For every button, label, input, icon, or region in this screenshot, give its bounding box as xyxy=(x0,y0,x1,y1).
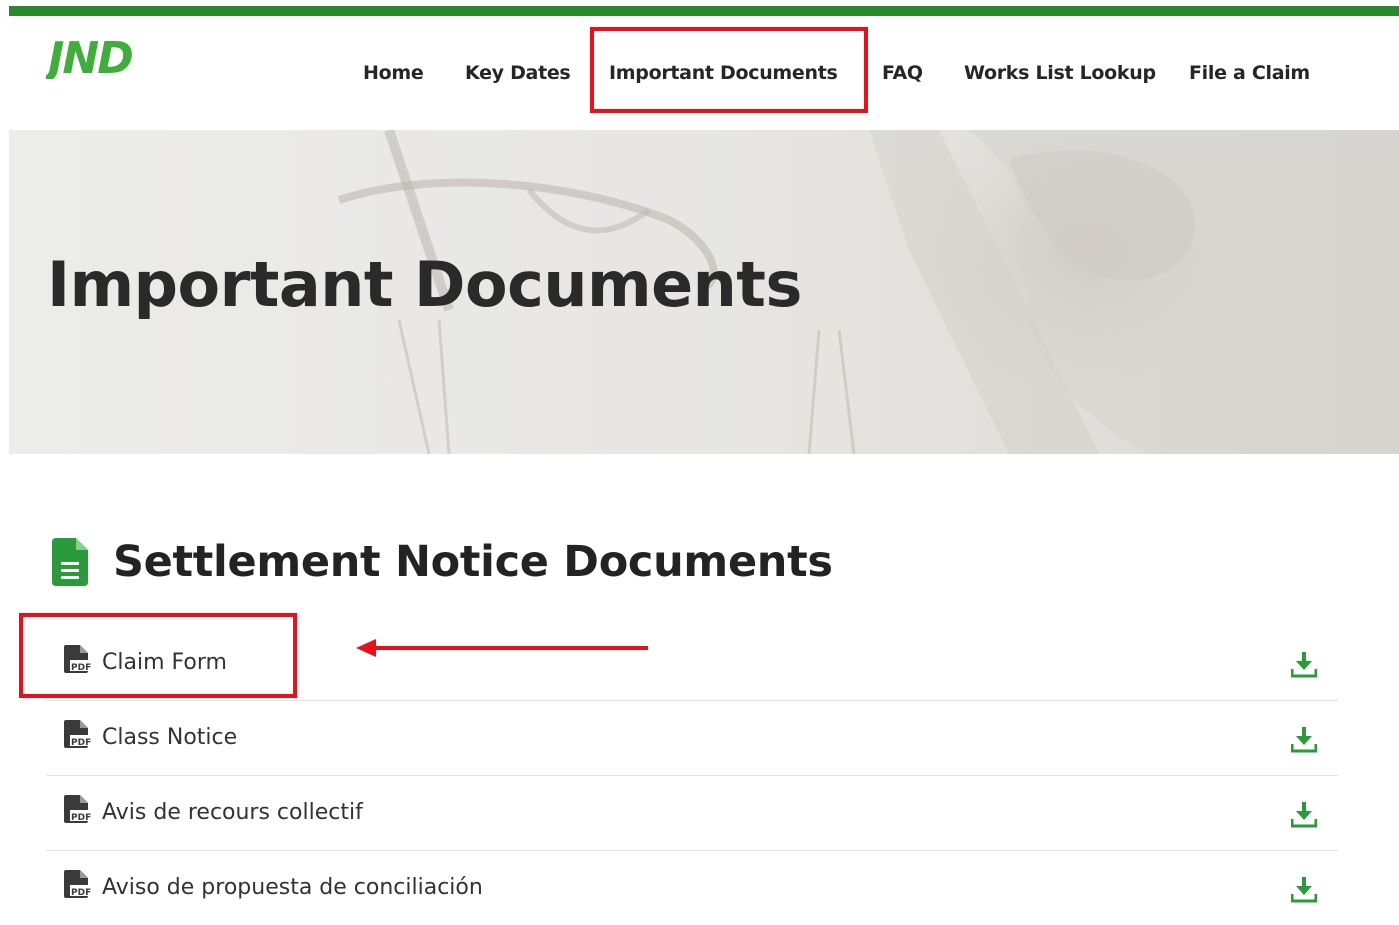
nav-faq[interactable]: FAQ xyxy=(882,60,923,86)
pdf-file-icon: PDF xyxy=(64,795,92,823)
download-icon[interactable] xyxy=(1291,802,1317,828)
section-heading: Settlement Notice Documents xyxy=(52,536,833,588)
document-row-aviso-de-propuesta[interactable]: PDF Aviso de propuesta de conciliación xyxy=(46,851,1338,925)
highlight-box-nav xyxy=(590,27,868,113)
nav-file-a-claim[interactable]: File a Claim xyxy=(1189,60,1310,86)
svg-text:PDF: PDF xyxy=(71,813,91,823)
hero-banner: Important Documents xyxy=(9,130,1399,454)
document-row-avis-de-recours[interactable]: PDF Avis de recours collectif xyxy=(46,776,1338,851)
document-label[interactable]: Class Notice xyxy=(102,724,237,752)
download-icon[interactable] xyxy=(1291,877,1317,903)
file-document-icon xyxy=(52,538,88,586)
document-row-class-notice[interactable]: PDF Class Notice xyxy=(46,701,1338,776)
highlight-box-claim-form xyxy=(19,613,297,698)
nav-home[interactable]: Home xyxy=(363,60,424,86)
document-label[interactable]: Avis de recours collectif xyxy=(102,799,363,827)
top-accent-bar xyxy=(9,6,1399,16)
download-icon[interactable] xyxy=(1291,652,1317,678)
page-title: Important Documents xyxy=(47,248,802,321)
pdf-file-icon: PDF xyxy=(64,720,92,748)
annotation-arrow xyxy=(356,639,648,657)
section-title: Settlement Notice Documents xyxy=(113,537,833,587)
jnd-logo[interactable]: JND xyxy=(46,37,212,79)
nav-key-dates[interactable]: Key Dates xyxy=(465,60,571,86)
download-icon[interactable] xyxy=(1291,727,1317,753)
svg-text:PDF: PDF xyxy=(71,738,91,748)
svg-text:PDF: PDF xyxy=(71,888,91,898)
pdf-file-icon: PDF xyxy=(64,870,92,898)
document-label[interactable]: Aviso de propuesta de conciliación xyxy=(102,874,483,902)
nav-works-list-lookup[interactable]: Works List Lookup xyxy=(964,60,1156,86)
logo-text: JND xyxy=(46,37,132,79)
